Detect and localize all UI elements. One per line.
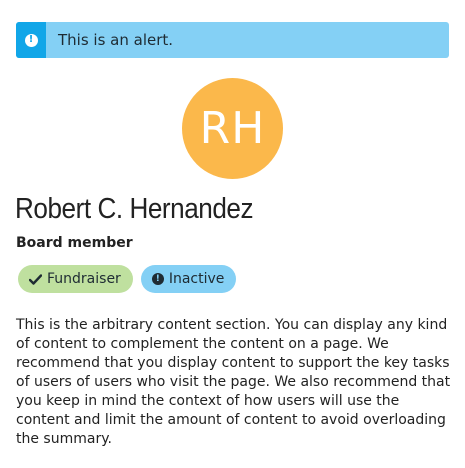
badge-label: Fundraiser — [47, 271, 121, 287]
alert-icon-box: ! — [16, 22, 46, 58]
alert-banner: ! This is an alert. — [16, 22, 449, 58]
person-name: Robert C. Hernandez — [15, 193, 254, 225]
badge-inactive: ! Inactive — [140, 265, 237, 293]
avatar-initials: RH — [199, 103, 266, 154]
info-circle-icon: ! — [24, 33, 38, 47]
badge-label: Inactive — [168, 271, 225, 287]
info-circle-icon: ! — [151, 273, 164, 285]
person-role: Board member — [16, 235, 133, 251]
content-section: This is the arbitrary content section. Y… — [16, 317, 451, 447]
badge-list: Fundraiser ! Inactive — [18, 265, 237, 293]
badge-fundraiser: Fundraiser — [18, 265, 133, 293]
alert-text: This is an alert. — [58, 31, 174, 49]
check-icon — [29, 273, 42, 285]
avatar: RH — [182, 78, 283, 179]
